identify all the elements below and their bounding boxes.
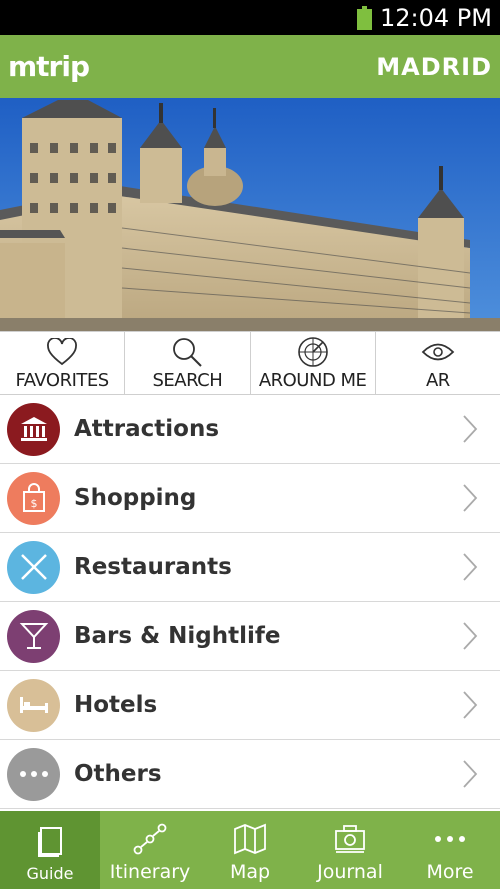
city-title[interactable]: MADRID: [376, 53, 492, 81]
radar-icon: [297, 336, 329, 368]
tab-journal[interactable]: Journal: [300, 811, 400, 889]
favorites-label: FAVORITES: [15, 370, 110, 391]
chevron-right-icon: [463, 691, 478, 719]
battery-icon: [357, 5, 373, 30]
tab-label: Guide: [26, 864, 74, 883]
app-header: mtrip MADRID: [0, 35, 500, 98]
chevron-right-icon: [463, 760, 478, 788]
status-time: 12:04 PM: [380, 3, 492, 32]
category-label: Hotels: [74, 692, 158, 718]
category-label: Restaurants: [74, 554, 232, 580]
tab-more[interactable]: More: [400, 811, 500, 889]
eye-icon: [421, 336, 455, 368]
tab-label: Itinerary: [109, 861, 191, 883]
cutlery-icon: [7, 540, 60, 594]
search-button[interactable]: SEARCH: [125, 332, 251, 394]
hero-image: [0, 98, 500, 331]
category-attractions[interactable]: Attractions: [0, 395, 500, 464]
more-dots-icon: [434, 821, 466, 857]
around-me-label: AROUND ME: [258, 370, 367, 391]
category-hotels[interactable]: Hotels: [0, 671, 500, 740]
tab-map[interactable]: Map: [200, 811, 300, 889]
chevron-right-icon: [463, 484, 478, 512]
camera-icon: [333, 821, 367, 857]
book-icon: [36, 824, 64, 860]
category-label: Others: [74, 761, 162, 787]
status-bar: 12:04 PM: [0, 0, 500, 35]
ar-button[interactable]: AR: [376, 332, 500, 394]
tab-guide[interactable]: Guide: [0, 811, 100, 889]
bed-icon: [7, 678, 60, 732]
svg-text:$: $: [30, 497, 37, 510]
search-icon: [171, 336, 203, 368]
tool-row: FAVORITES SEARCH AROUND ME AR: [0, 331, 500, 395]
heart-icon: [46, 336, 78, 368]
search-label: SEARCH: [152, 370, 223, 391]
chevron-right-icon: [463, 415, 478, 443]
shopping-bag-icon: $: [7, 471, 60, 525]
category-list: Attractions $ Shopping Restaurants Bars …: [0, 395, 500, 809]
tab-itinerary[interactable]: Itinerary: [100, 811, 200, 889]
bottom-tab-bar: Guide Itinerary Map Journal More: [0, 811, 500, 889]
category-shopping[interactable]: $ Shopping: [0, 464, 500, 533]
favorites-button[interactable]: FAVORITES: [0, 332, 126, 394]
chevron-right-icon: [463, 553, 478, 581]
more-dots-icon: [7, 747, 60, 801]
category-others[interactable]: Others: [0, 740, 500, 809]
category-label: Attractions: [74, 416, 220, 442]
map-icon: [233, 821, 267, 857]
museum-icon: [7, 402, 60, 456]
route-icon: [133, 821, 167, 857]
tab-label: Map: [229, 861, 271, 883]
category-label: Bars & Nightlife: [74, 623, 281, 649]
chevron-right-icon: [463, 622, 478, 650]
tab-label: More: [426, 861, 474, 883]
brand-logo: mtrip: [8, 50, 90, 83]
category-bars-nightlife[interactable]: Bars & Nightlife: [0, 602, 500, 671]
ar-label: AR: [425, 370, 450, 391]
category-label: Shopping: [74, 485, 197, 511]
cocktail-icon: [7, 609, 60, 663]
tab-label: Journal: [317, 861, 383, 883]
around-me-button[interactable]: AROUND ME: [251, 332, 376, 394]
category-restaurants[interactable]: Restaurants: [0, 533, 500, 602]
